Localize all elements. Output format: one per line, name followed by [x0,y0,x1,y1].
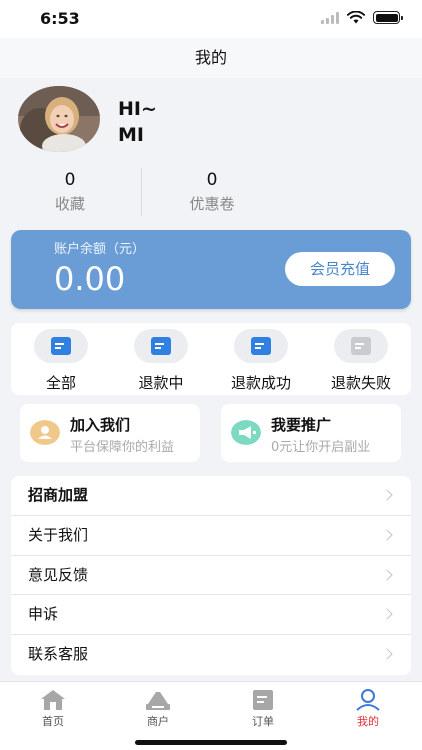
stat-value: 0 [64,170,76,190]
promote-card[interactable]: 我要推广 0元让你开启副业 [221,404,401,462]
megaphone-icon [231,420,261,445]
menu-item-about[interactable]: 关于我们 [11,516,411,556]
avatar-photo [18,86,100,152]
stat-favorites[interactable]: 0 收藏 [0,170,140,214]
order-all[interactable]: 全部 [11,329,111,393]
order-list-icon [351,337,371,355]
tab-label: 我的 [357,715,379,728]
order-label: 退款成功 [230,374,291,392]
order-label: 退款中 [138,374,184,392]
join-us-card[interactable]: 加入我们 平台保障你的利益 [20,404,200,462]
chevron-right-icon [381,648,393,660]
menu-label: 招商加盟 [28,486,89,504]
balance-card: 账户余额（元） 0.00 会员充值 [11,230,411,309]
signal-icon [321,11,339,24]
profile-header: HI~ MI [0,78,422,166]
promo-title: 加入我们 [70,416,131,434]
order-refund-failed[interactable]: 退款失败 [311,329,411,393]
order-list-icon [51,337,71,355]
order-refund-success[interactable]: 退款成功 [211,329,311,393]
tab-home[interactable]: 首页 [23,688,83,729]
page-title: 我的 [0,38,422,78]
status-icons [321,11,403,24]
menu-label: 意见反馈 [28,565,89,584]
order-status-panel: 全部 退款中 退款成功 退款失败 [11,323,411,395]
user-name: MI [118,124,144,146]
menu-list: 招商加盟 关于我们 意见反馈 申诉 联系客服 [11,476,411,675]
balance-label: 账户余额（元） [54,242,146,257]
greeting-text: HI~ [118,98,157,120]
avatar[interactable] [18,86,100,152]
menu-item-feedback[interactable]: 意见反馈 [11,556,411,596]
tab-orders[interactable]: 订单 [233,688,293,729]
stats-row: 0 收藏 0 优惠卷 [0,166,422,222]
user-icon [356,689,380,711]
status-time: 6:53 [40,9,80,28]
order-label: 退款失败 [330,374,391,392]
home-icon [41,690,65,710]
chevron-right-icon [381,489,393,501]
menu-item-franchise[interactable]: 招商加盟 [11,476,411,516]
menu-label: 联系客服 [28,645,89,664]
stat-label: 收藏 [54,195,85,213]
merchant-icon [146,692,170,710]
menu-item-support[interactable]: 联系客服 [11,635,411,675]
balance-value: 0.00 [54,260,126,298]
tab-label: 首页 [42,715,64,728]
stat-label: 优惠卷 [189,195,235,213]
user-icon [30,420,60,445]
order-refunding[interactable]: 退款中 [111,329,211,393]
promo-subtitle: 0元让你开启副业 [271,440,371,455]
order-list-icon [151,337,171,355]
wifi-icon [347,11,365,24]
promo-subtitle: 平台保障你的利益 [70,440,175,455]
tab-label: 商户 [147,715,169,728]
tab-mine[interactable]: 我的 [338,688,398,729]
order-icon [253,690,273,710]
menu-item-appeal[interactable]: 申诉 [11,595,411,636]
tab-merchant[interactable]: 商户 [128,688,188,729]
battery-icon [373,11,403,24]
chevron-right-icon [381,568,393,581]
menu-label: 申诉 [28,605,59,624]
chevron-right-icon [381,529,393,541]
tab-label: 订单 [252,715,274,728]
home-indicator [135,740,287,745]
order-label: 全部 [45,374,76,392]
chevron-right-icon [381,608,393,621]
order-list-icon [251,337,271,355]
promo-title: 我要推广 [271,416,332,434]
stat-value: 0 [206,170,218,190]
status-bar: 6:53 [0,0,422,38]
stat-coupons[interactable]: 0 优惠卷 [142,170,282,214]
topup-button[interactable]: 会员充值 [285,252,395,286]
greeting: HI~ MI [118,96,157,148]
menu-label: 关于我们 [28,525,89,544]
